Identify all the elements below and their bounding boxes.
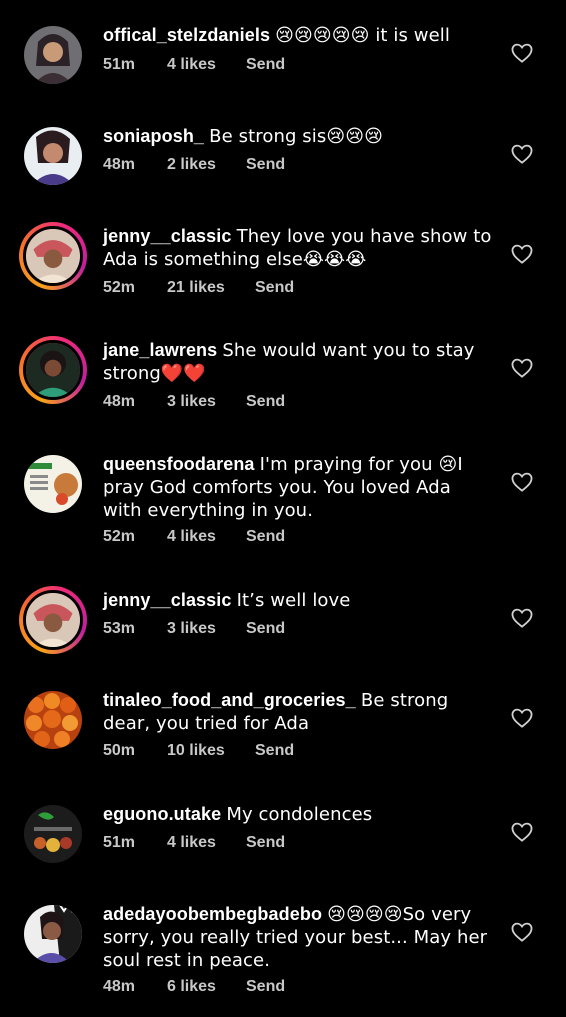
- avatar[interactable]: [19, 336, 87, 404]
- comment-meta: 50m 10 likes Send: [103, 742, 294, 760]
- comment-text: tinaleo_food_and_groceries_ Be strong de…: [103, 689, 493, 735]
- comment-time: 50m: [103, 742, 136, 759]
- comment-username[interactable]: jane_lawrens: [103, 340, 217, 360]
- comment-text: jane_lawrens She would want you to stay …: [103, 339, 493, 385]
- reply-button[interactable]: Send: [246, 834, 285, 852]
- avatar-image: [24, 26, 82, 84]
- comment-likes[interactable]: 4 likes: [167, 834, 246, 852]
- comment-username[interactable]: soniaposh_: [103, 126, 204, 146]
- avatar-image: [24, 691, 82, 749]
- comment-time: 48m: [103, 978, 136, 995]
- reply-button[interactable]: Send: [246, 978, 285, 996]
- comment-likes[interactable]: 10 likes: [167, 742, 255, 760]
- comment-text: jenny__classic They love you have show t…: [103, 225, 493, 271]
- comment-time: 51m: [103, 834, 136, 851]
- comment-username[interactable]: adedayoobembegbadebo: [103, 904, 322, 924]
- comment-meta: 51m 4 likes Send: [103, 834, 285, 852]
- comment-time: 52m: [103, 279, 136, 296]
- comment-text: offical_stelzdaniels 😢😢😢😢😢 it is well: [103, 24, 493, 47]
- comment-text: jenny__classic It’s well love: [103, 589, 493, 612]
- avatar-image: [24, 127, 82, 185]
- avatar[interactable]: [24, 455, 82, 513]
- avatar[interactable]: [24, 127, 82, 185]
- comment-text: eguono.utake My condolences: [103, 803, 493, 826]
- reply-button[interactable]: Send: [246, 528, 285, 546]
- comment-text: adedayoobembegbadebo 😢😢😢😢So very sorry, …: [103, 903, 493, 972]
- avatar-image: [24, 905, 82, 963]
- like-heart-icon[interactable]: [511, 358, 533, 378]
- comment-body: My condolences: [226, 804, 373, 825]
- avatar-image: [24, 455, 82, 513]
- like-heart-icon[interactable]: [511, 472, 533, 492]
- like-heart-icon[interactable]: [511, 43, 533, 63]
- comment-meta: 52m 4 likes Send: [103, 528, 285, 546]
- comment-likes[interactable]: 2 likes: [167, 156, 246, 174]
- reply-button[interactable]: Send: [255, 742, 294, 760]
- comment-time: 52m: [103, 528, 136, 545]
- comment-likes[interactable]: 3 likes: [167, 620, 246, 638]
- comment-username[interactable]: offical_stelzdaniels: [103, 25, 270, 45]
- comment-body: It’s well love: [236, 590, 351, 611]
- comment-meta: 48m 6 likes Send: [103, 978, 285, 996]
- avatar[interactable]: [24, 905, 82, 963]
- like-heart-icon[interactable]: [511, 922, 533, 942]
- comment-body: Be strong sis😢😢😢: [209, 126, 383, 147]
- avatar[interactable]: [19, 222, 87, 290]
- comment-likes[interactable]: 4 likes: [167, 56, 246, 74]
- comment-meta: 53m 3 likes Send: [103, 620, 285, 638]
- comment-meta: 52m 21 likes Send: [103, 279, 294, 297]
- comment-meta: 48m 2 likes Send: [103, 156, 285, 174]
- reply-button[interactable]: Send: [246, 393, 285, 411]
- comment-text: soniaposh_ Be strong sis😢😢😢: [103, 125, 493, 148]
- like-heart-icon[interactable]: [511, 608, 533, 628]
- comment-likes[interactable]: 3 likes: [167, 393, 246, 411]
- reply-button[interactable]: Send: [246, 620, 285, 638]
- avatar[interactable]: [24, 805, 82, 863]
- avatar-image: [24, 805, 82, 863]
- comment-text: queensfoodarena I'm praying for you 😢I p…: [103, 453, 493, 522]
- avatar[interactable]: [19, 586, 87, 654]
- comment-body: 😢😢😢😢😢 it is well: [275, 25, 450, 46]
- avatar-image: [23, 340, 83, 400]
- avatar-image: [23, 590, 83, 650]
- comment-username[interactable]: jenny__classic: [103, 226, 232, 246]
- comment-meta: 48m 3 likes Send: [103, 393, 285, 411]
- avatar[interactable]: [24, 691, 82, 749]
- comment-username[interactable]: tinaleo_food_and_groceries_: [103, 690, 356, 710]
- comment-likes[interactable]: 21 likes: [167, 279, 255, 297]
- reply-button[interactable]: Send: [246, 156, 285, 174]
- comment-time: 48m: [103, 156, 136, 173]
- comment-likes[interactable]: 4 likes: [167, 528, 246, 546]
- comment-username[interactable]: eguono.utake: [103, 804, 221, 824]
- comment-meta: 51m 4 likes Send: [103, 56, 285, 74]
- like-heart-icon[interactable]: [511, 822, 533, 842]
- comment-time: 51m: [103, 56, 136, 73]
- comment-username[interactable]: jenny__classic: [103, 590, 232, 610]
- reply-button[interactable]: Send: [255, 279, 294, 297]
- comment-username[interactable]: queensfoodarena: [103, 454, 255, 474]
- avatar-image: [23, 226, 83, 286]
- reply-button[interactable]: Send: [246, 56, 285, 74]
- avatar[interactable]: [24, 26, 82, 84]
- comment-time: 53m: [103, 620, 136, 637]
- like-heart-icon[interactable]: [511, 708, 533, 728]
- comment-likes[interactable]: 6 likes: [167, 978, 246, 996]
- comment-time: 48m: [103, 393, 136, 410]
- like-heart-icon[interactable]: [511, 244, 533, 264]
- like-heart-icon[interactable]: [511, 144, 533, 164]
